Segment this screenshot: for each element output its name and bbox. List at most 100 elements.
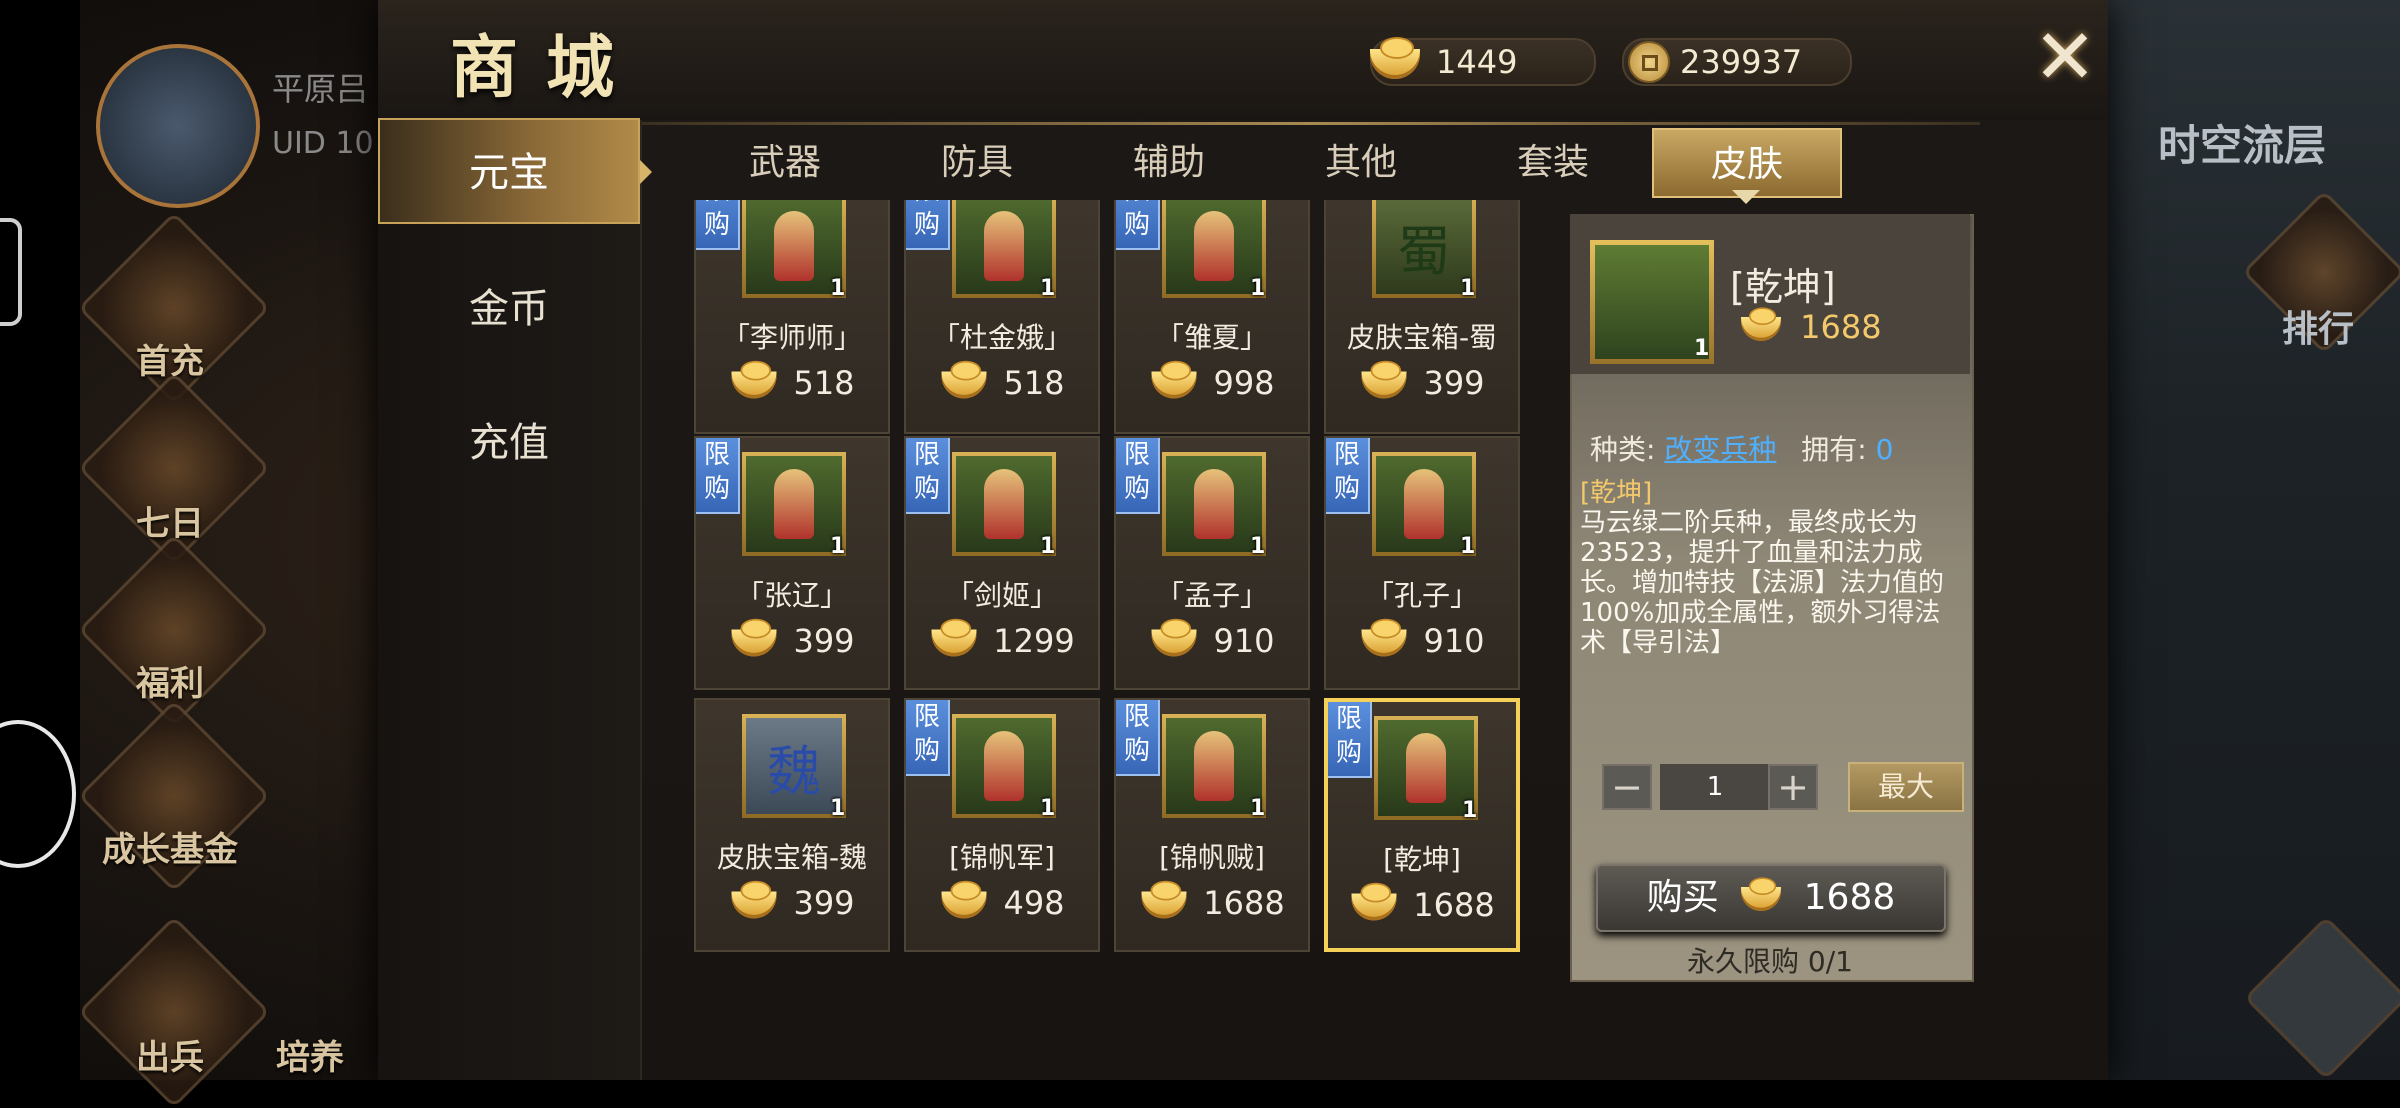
tab-weapon[interactable]: 武器 bbox=[690, 128, 880, 198]
item-card[interactable]: 魏 1 皮肤宝箱-魏 399 bbox=[694, 698, 890, 952]
coin-balance-value: 239937 bbox=[1680, 43, 1803, 81]
type-label: 种类: bbox=[1590, 433, 1656, 466]
train-label: 培养 bbox=[276, 1038, 344, 1078]
item-price: 1688 bbox=[1328, 882, 1516, 924]
item-name: 「剑姬」 bbox=[945, 579, 1058, 612]
item-quantity: 1 bbox=[1250, 534, 1266, 559]
nav-ingot[interactable]: 元宝 bbox=[378, 118, 640, 224]
item-price-value: 1688 bbox=[1413, 886, 1495, 924]
item-price: 1688 bbox=[1116, 880, 1308, 922]
item-quantity: 1 bbox=[1460, 276, 1476, 301]
item-card[interactable]: 1 限购 [乾坤] 1688 bbox=[1324, 698, 1520, 952]
max-quantity-button[interactable]: 最大 bbox=[1848, 762, 1964, 812]
close-icon[interactable]: ✕ bbox=[2030, 19, 2100, 95]
limited-badge: 限购 bbox=[906, 700, 950, 776]
player-uid: UID 10 bbox=[272, 126, 374, 161]
item-card[interactable]: 1 限购「杜金娥」 518 bbox=[904, 200, 1100, 434]
detail-item-icon: 1 bbox=[1590, 240, 1714, 364]
item-quantity: 1 bbox=[830, 276, 846, 301]
header-divider bbox=[640, 122, 1980, 125]
coin-balance: 239937 bbox=[1622, 38, 1852, 86]
ingot-balance: 1449 bbox=[1370, 37, 1596, 86]
item-price-value: 399 bbox=[793, 622, 855, 660]
item-price-value: 910 bbox=[1213, 622, 1275, 660]
ingot-icon bbox=[1351, 882, 1397, 921]
ingot-icon bbox=[731, 618, 777, 657]
nav-gold-coin[interactable]: 金币 bbox=[378, 256, 640, 362]
tab-auxiliary[interactable]: 辅助 bbox=[1074, 128, 1264, 198]
item-price: 910 bbox=[1116, 618, 1308, 660]
coin-icon bbox=[1628, 41, 1670, 83]
quantity-input[interactable]: 1 bbox=[1660, 764, 1770, 810]
item-name: [锦帆军] bbox=[949, 841, 1055, 874]
buy-button[interactable]: 购买 1688 bbox=[1596, 864, 1946, 932]
item-name: 「雏夏」 bbox=[1155, 321, 1268, 354]
player-avatar[interactable] bbox=[96, 44, 260, 208]
screen-edge-tab[interactable] bbox=[0, 218, 22, 326]
screen-edge-button[interactable] bbox=[0, 720, 76, 868]
item-card[interactable]: 1 限购 [锦帆军] 498 bbox=[904, 698, 1100, 952]
item-price-value: 998 bbox=[1213, 364, 1275, 402]
item-price-value: 518 bbox=[793, 364, 855, 402]
item-card[interactable]: 1 限购「雏夏」 998 bbox=[1114, 200, 1310, 434]
item-price-value: 399 bbox=[793, 884, 855, 922]
tab-suit[interactable]: 套装 bbox=[1458, 128, 1648, 198]
detail-price-value: 1688 bbox=[1800, 308, 1882, 346]
limited-badge: 限购 bbox=[1326, 438, 1370, 514]
detail-description: [乾坤] 马云绿二阶兵种，最终成长为23523，提升了血量和法力成长。增加特技【… bbox=[1580, 478, 1960, 658]
item-price: 498 bbox=[906, 880, 1098, 922]
item-price-value: 498 bbox=[1003, 884, 1065, 922]
tab-armor[interactable]: 防具 bbox=[882, 128, 1072, 198]
item-card[interactable]: 1 限购 「剑姬」 1299 bbox=[904, 436, 1100, 690]
limited-badge: 限购 bbox=[1116, 700, 1160, 776]
item-name: [锦帆贼] bbox=[1159, 841, 1265, 874]
nav-recharge[interactable]: 充值 bbox=[378, 390, 640, 496]
item-price: 399 bbox=[696, 618, 888, 660]
item-card[interactable]: 1 限购「张辽」 399 bbox=[694, 436, 890, 690]
growth-fund-label: 成长基金 bbox=[102, 830, 238, 870]
limited-badge: 限购 bbox=[1116, 438, 1160, 514]
detail-qty-badge: 1 bbox=[1694, 336, 1710, 361]
tab-skin[interactable]: 皮肤 bbox=[1652, 128, 1842, 198]
chest-glyph: 蜀 bbox=[1376, 200, 1472, 294]
item-name: 皮肤宝箱-蜀 bbox=[1346, 321, 1498, 354]
item-quantity: 1 bbox=[1040, 276, 1056, 301]
limited-badge: 限购 bbox=[906, 438, 950, 514]
shop-title: 商城 bbox=[450, 28, 643, 108]
item-name: 「张辽」 bbox=[735, 579, 848, 612]
ingot-icon bbox=[1741, 877, 1782, 911]
ingot-icon bbox=[1361, 360, 1407, 399]
ingot-icon bbox=[941, 360, 987, 399]
limited-badge: 限购 bbox=[696, 438, 740, 514]
item-price: 518 bbox=[696, 360, 888, 402]
buy-label: 购买 bbox=[1646, 877, 1719, 918]
purchase-limit-text: 永久限购 0/1 bbox=[1687, 945, 1853, 978]
detail-type-row: 种类: 改变兵种 拥有: 0 bbox=[1590, 428, 1893, 468]
type-value: 改变兵种 bbox=[1664, 433, 1777, 466]
tab-other[interactable]: 其他 bbox=[1266, 128, 1456, 198]
ingot-icon bbox=[1151, 360, 1197, 399]
item-price-value: 910 bbox=[1423, 622, 1485, 660]
quantity-minus-button[interactable]: − bbox=[1602, 764, 1652, 810]
item-card[interactable]: 1 限购「李师师」 518 bbox=[694, 200, 890, 434]
item-quantity: 1 bbox=[830, 534, 846, 559]
ingot-icon bbox=[1741, 307, 1781, 341]
ingot-icon bbox=[1370, 37, 1420, 79]
own-label: 拥有: bbox=[1801, 433, 1867, 466]
item-card[interactable]: 1 限购 「孟子」 910 bbox=[1114, 436, 1310, 690]
item-card[interactable]: 1 限购 「孔子」 910 bbox=[1324, 436, 1520, 690]
item-price-value: 399 bbox=[1423, 364, 1485, 402]
description-body: 马云绿二阶兵种，最终成长为23523，提升了血量和法力成长。增加特技【法源】法力… bbox=[1580, 508, 1945, 658]
buy-price: 1688 bbox=[1803, 877, 1896, 918]
ingot-icon bbox=[941, 880, 987, 919]
nav-active-arrow bbox=[640, 160, 652, 184]
right-title: 时空流层 bbox=[2158, 121, 2327, 170]
item-quantity: 1 bbox=[830, 796, 846, 821]
item-quantity: 1 bbox=[1462, 798, 1478, 823]
quantity-plus-button[interactable]: + bbox=[1768, 764, 1818, 810]
item-card[interactable]: 蜀 1 皮肤宝箱-蜀 399 bbox=[1324, 200, 1520, 434]
detail-item-price: 1688 bbox=[1736, 307, 1882, 346]
item-price-value: 518 bbox=[1003, 364, 1065, 402]
item-card[interactable]: 1 限购 [锦帆贼] 1688 bbox=[1114, 698, 1310, 952]
item-name: 「李师师」 bbox=[721, 321, 862, 354]
